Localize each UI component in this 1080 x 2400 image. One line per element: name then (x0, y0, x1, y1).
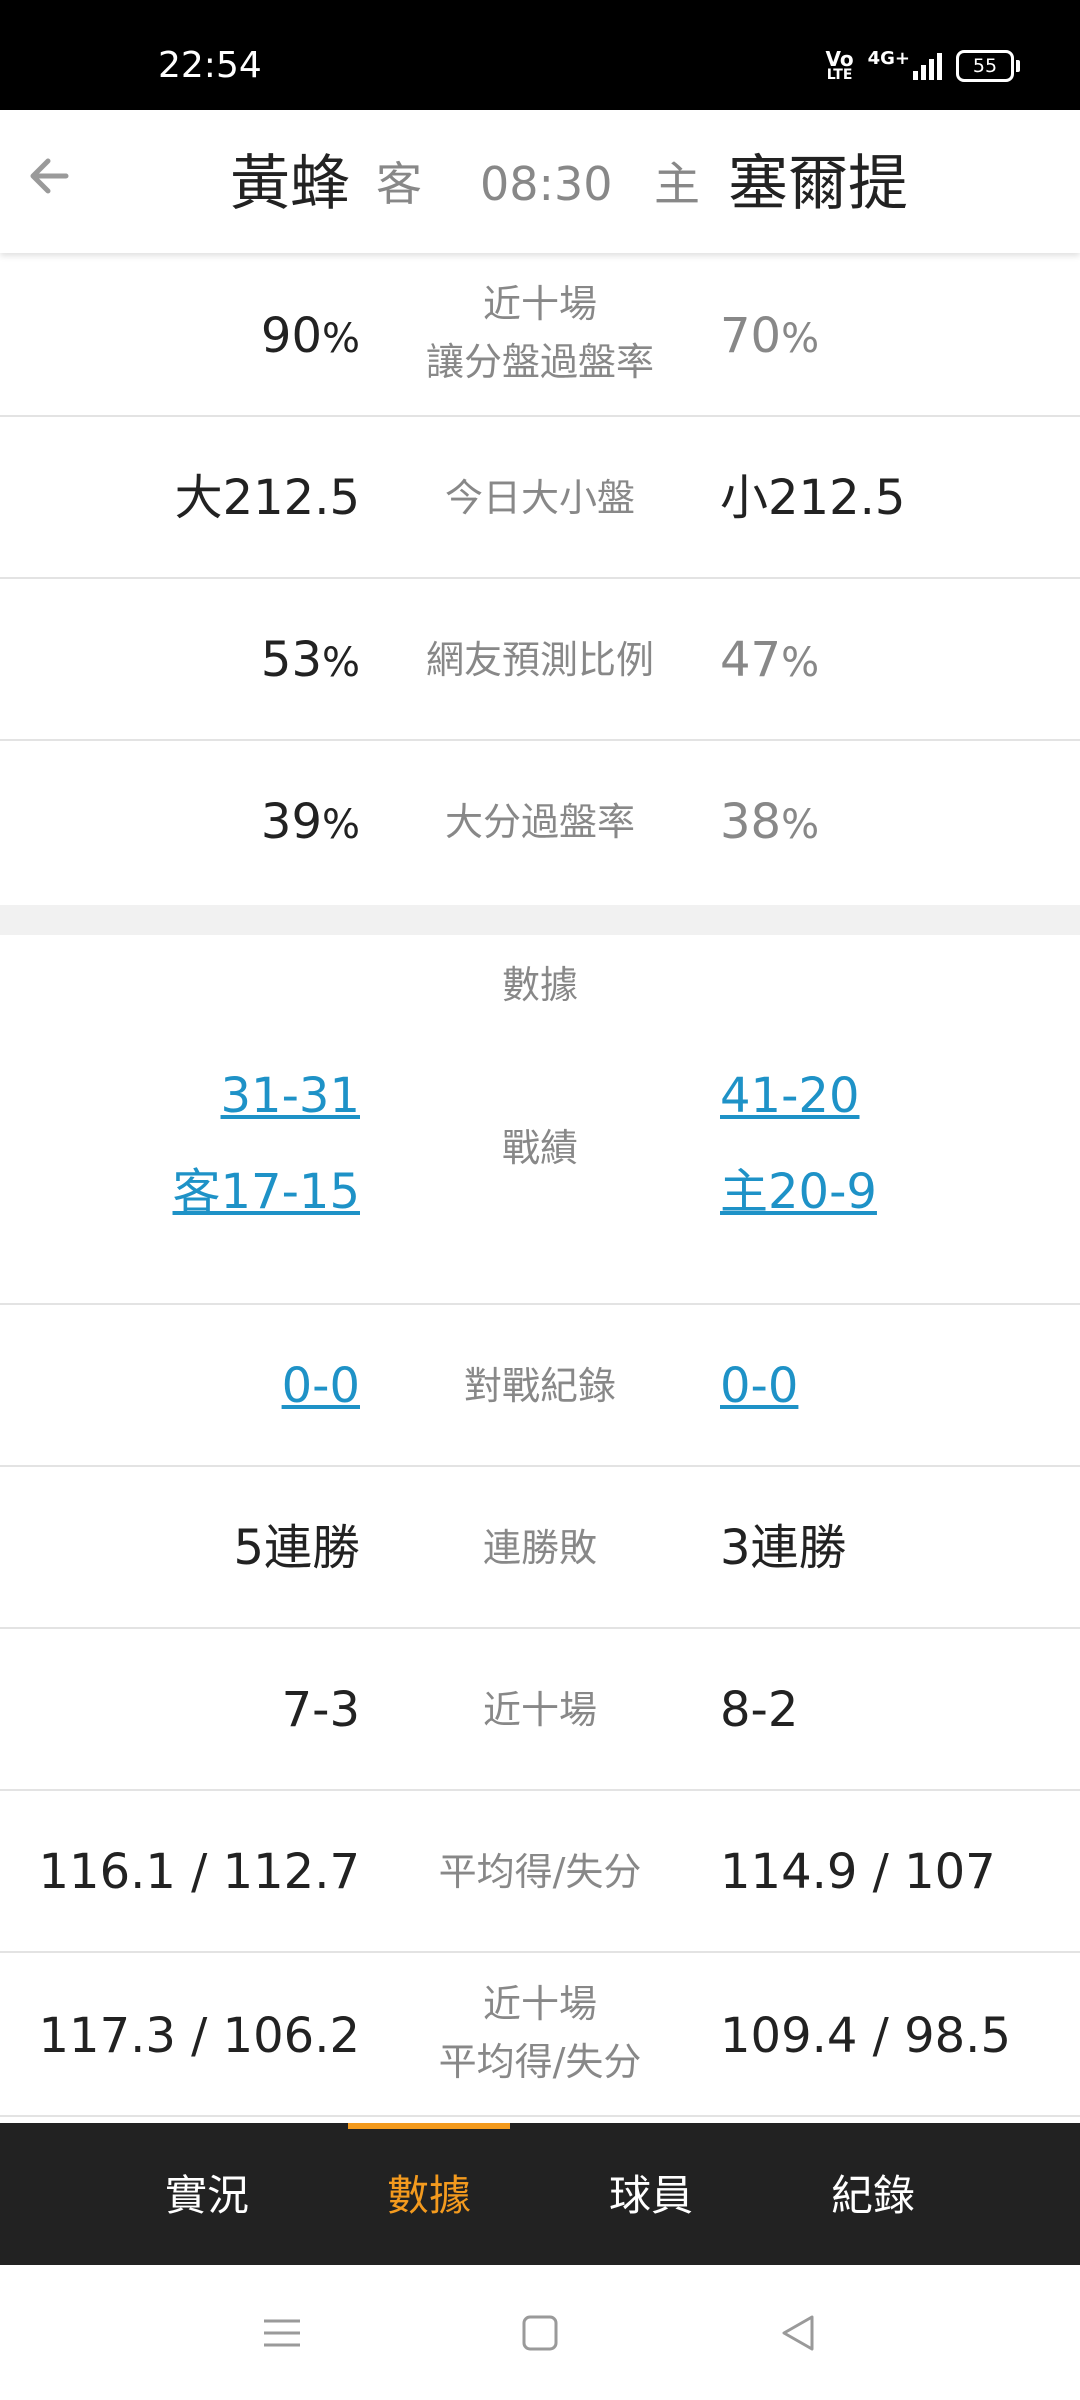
away-last-ten: 7-3 (281, 1682, 360, 1738)
tab-records[interactable]: 紀錄 (762, 2123, 984, 2265)
match-time: 08:30 (480, 157, 613, 211)
total-line-row: 大212.5 今日大小盤 小212.5 (0, 417, 1080, 579)
away-last-ten-avg: 117.3 / 106.2 (38, 2008, 360, 2064)
home-prediction: 47% (720, 632, 820, 688)
over-rate-row: 39% 大分過盤率 38% (0, 741, 1080, 905)
home-square-icon (522, 2315, 558, 2351)
system-nav-bar (0, 2265, 1080, 2400)
away-total-line: 大212.5 (174, 470, 360, 526)
head-to-head-row: 0-0 對戰紀錄 0-0 (0, 1305, 1080, 1467)
away-prediction: 53% (260, 632, 360, 688)
away-team-name: 黃蜂 (230, 149, 350, 219)
away-h2h-link[interactable]: 0-0 (282, 1355, 360, 1417)
away-avg-points: 116.1 / 112.7 (38, 1844, 360, 1900)
home-record-link[interactable]: 41-20 (720, 1065, 859, 1127)
home-last-ten: 8-2 (720, 1682, 799, 1738)
last-ten-avg-label: 近十場 平均得/失分 (438, 1982, 642, 2084)
status-bar: 22:54 Vo LTE 4G+ 55 (0, 0, 1080, 110)
over-rate-label: 大分過盤率 (444, 800, 635, 844)
home-spread-rate: 70% (720, 308, 820, 364)
last-ten-label: 近十場 (482, 1688, 597, 1732)
tab-stats[interactable]: 數據 (318, 2123, 540, 2265)
tab-live[interactable]: 實況 (96, 2123, 318, 2265)
stats-content[interactable]: 90% 近十場 讓分盤過盤率 70% 大212.5 今日大小盤 小212.5 5… (0, 253, 1080, 2123)
prediction-row: 53% 網友預測比例 47% (0, 579, 1080, 741)
menu-icon (264, 2319, 300, 2347)
clock: 22:54 (158, 45, 262, 86)
section-title: 數據 (501, 963, 578, 1007)
home-split-record-link[interactable]: 主20-9 (720, 1161, 877, 1223)
bottom-tab-bar: 實況 數據 球員 紀錄 (0, 2123, 1080, 2265)
away-split-record-link[interactable]: 客17-15 (173, 1161, 360, 1223)
prediction-label: 網友預測比例 (425, 638, 654, 682)
home-streak: 3連勝 (720, 1520, 847, 1576)
home-team-name: 塞爾提 (728, 149, 908, 219)
streak-row: 5連勝 連勝敗 3連勝 (0, 1467, 1080, 1629)
spread-rate-label: 近十場 讓分盤過盤率 (425, 282, 654, 384)
status-icons: Vo LTE 4G+ 55 (825, 46, 1020, 86)
volte-icon: Vo LTE (825, 47, 854, 83)
match-header: 黃蜂 客 08:30 主 塞爾提 (0, 110, 1080, 253)
spread-rate-row: 90% 近十場 讓分盤過盤率 70% (0, 253, 1080, 417)
record-label: 戰績 (501, 1126, 578, 1170)
menu-nav-button[interactable] (254, 2305, 310, 2361)
home-h2h-link[interactable]: 0-0 (720, 1355, 798, 1417)
back-arrow-icon (30, 158, 69, 194)
home-nav-button[interactable] (512, 2305, 568, 2361)
back-triangle-icon (782, 2315, 814, 2351)
back-nav-button[interactable] (770, 2305, 826, 2361)
signal-icon: 4G+ (868, 50, 942, 81)
away-tag: 客 (376, 157, 422, 211)
streak-label: 連勝敗 (482, 1526, 597, 1570)
home-avg-points: 114.9 / 107 (720, 1844, 996, 1900)
tab-players[interactable]: 球員 (540, 2123, 762, 2265)
home-last-ten-avg: 109.4 / 98.5 (720, 2008, 1011, 2064)
home-over-rate: 38% (720, 794, 820, 850)
avg-points-row: 116.1 / 112.7 平均得/失分 114.9 / 107 (0, 1791, 1080, 1953)
back-button[interactable] (22, 148, 78, 204)
away-record-link[interactable]: 31-31 (221, 1065, 360, 1127)
battery-icon: 55 (956, 50, 1020, 82)
section-divider (0, 905, 1080, 935)
home-tag: 主 (654, 157, 700, 211)
total-line-label: 今日大小盤 (444, 476, 635, 520)
avg-points-label: 平均得/失分 (438, 1850, 642, 1894)
record-row: 31-31 客17-15 戰績 41-20 主20-9 (0, 1035, 1080, 1305)
last-ten-row: 7-3 近十場 8-2 (0, 1629, 1080, 1791)
h2h-label: 對戰紀錄 (463, 1364, 616, 1408)
away-over-rate: 39% (260, 794, 360, 850)
away-streak: 5連勝 (233, 1520, 360, 1576)
last-ten-avg-row: 117.3 / 106.2 近十場 平均得/失分 109.4 / 98.5 (0, 1953, 1080, 2117)
away-spread-rate: 90% (260, 308, 360, 364)
home-total-line: 小212.5 (720, 470, 906, 526)
